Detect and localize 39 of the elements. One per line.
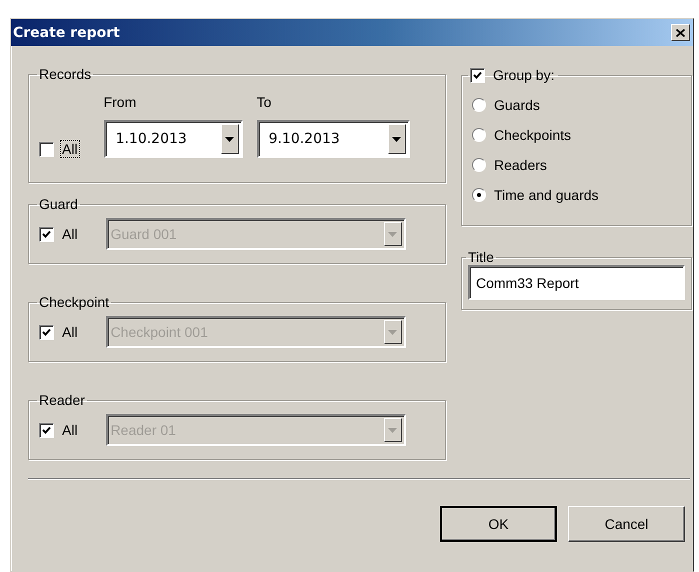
dialog-button[interactable]: OK <box>440 506 557 542</box>
radio-button[interactable] <box>472 128 486 142</box>
checkbox-label: All <box>61 323 79 341</box>
checkbox-label: All <box>60 140 80 158</box>
group-legend: Title <box>466 249 496 265</box>
group-legend: Reader <box>37 392 87 408</box>
checkbox[interactable] <box>39 142 54 156</box>
checkbox-label: All <box>61 225 79 243</box>
checkmark-icon <box>42 230 51 238</box>
checkbox-label: Group by: <box>492 66 556 84</box>
window-title: Create report <box>13 24 120 40</box>
radio-label: Checkpoints <box>494 127 572 143</box>
checkmark-icon <box>473 70 482 80</box>
caret-icon <box>388 330 398 334</box>
field-label: From <box>104 94 138 110</box>
caret-icon <box>388 428 398 432</box>
radio-button[interactable] <box>472 188 486 202</box>
radio-button[interactable] <box>472 98 486 112</box>
radio-label: Time and guards <box>494 187 599 203</box>
title-field[interactable]: Comm33 Report <box>468 265 685 300</box>
group-legend: Records <box>37 66 94 82</box>
radio-label: Readers <box>494 157 547 173</box>
dialog-button[interactable]: Cancel <box>568 506 685 542</box>
date-picker[interactable]: 1.10.2013 <box>104 120 243 158</box>
radio-label: Guards <box>494 97 540 113</box>
checkmark-icon <box>42 426 51 434</box>
caret-icon <box>388 232 398 236</box>
date-picker[interactable]: 9.10.2013 <box>256 120 410 158</box>
checkbox-label: All <box>61 421 79 439</box>
checkbox[interactable] <box>470 68 485 82</box>
group-legend: Guard <box>37 196 80 212</box>
caret-icon <box>225 136 234 142</box>
radio-button[interactable] <box>472 158 486 172</box>
close-button[interactable] <box>671 24 690 41</box>
checkmark-icon <box>42 328 51 336</box>
group-legend: Checkpoint <box>37 294 112 310</box>
caret-icon <box>392 136 402 142</box>
field-label: To <box>256 94 272 110</box>
close-icon <box>676 28 685 36</box>
